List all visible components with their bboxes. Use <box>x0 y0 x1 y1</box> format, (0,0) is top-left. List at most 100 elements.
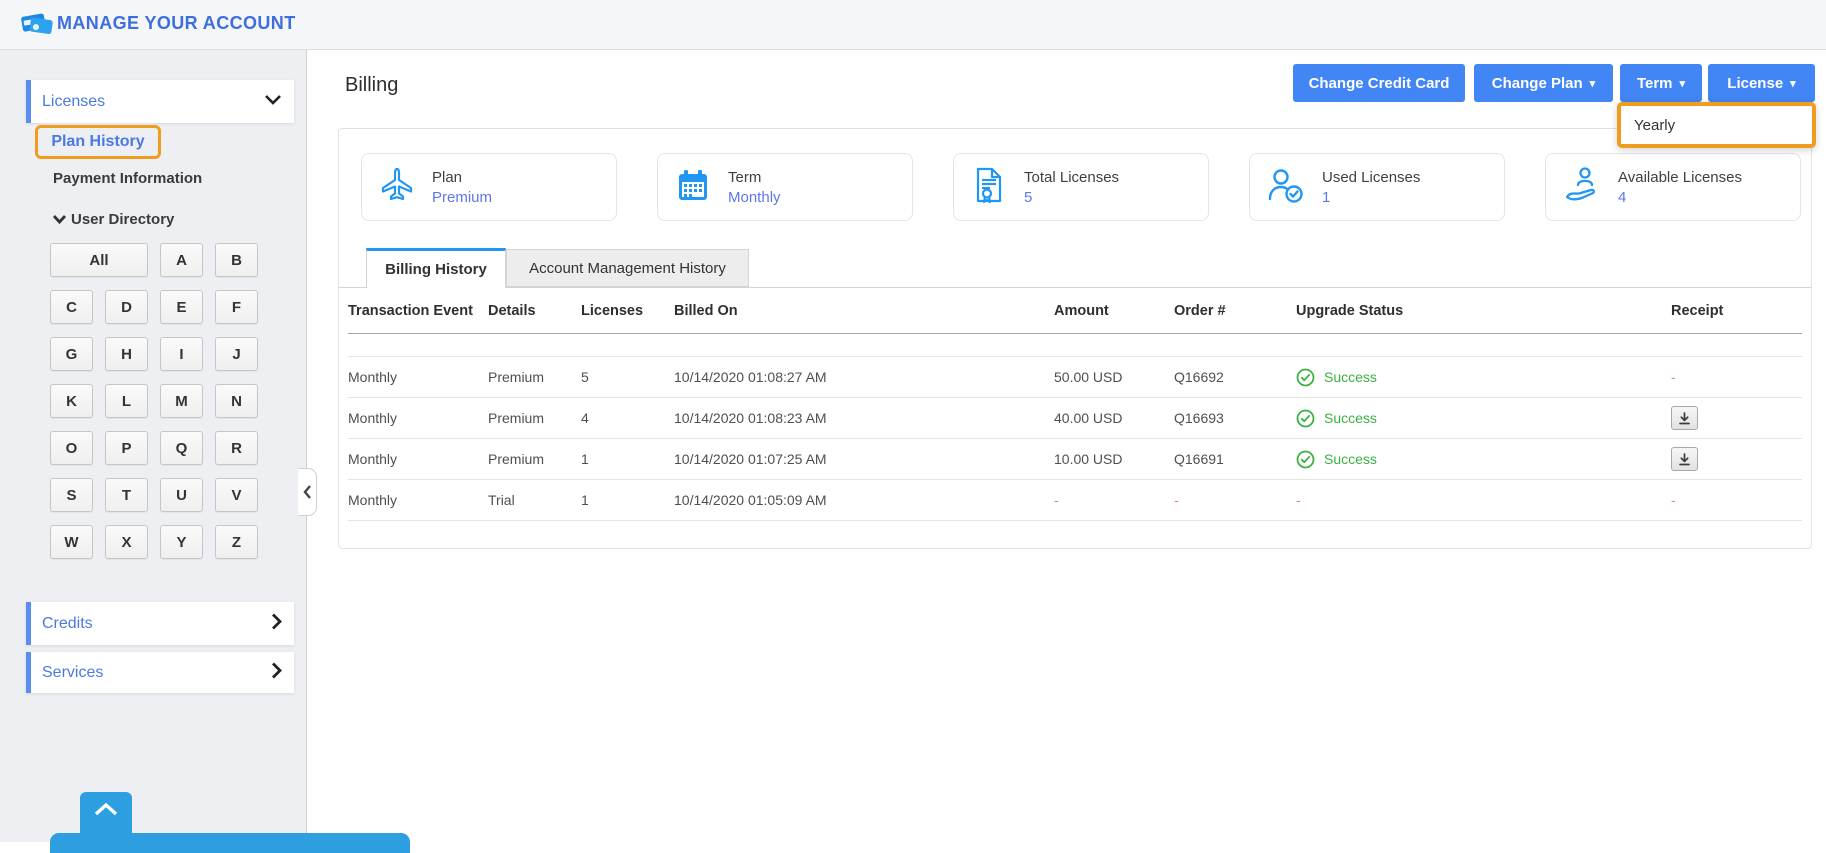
card-value: 4 <box>1618 188 1627 206</box>
letter-button-all[interactable]: All <box>50 243 148 277</box>
change-credit-card-button[interactable]: Change Credit Card <box>1293 64 1465 102</box>
letter-button-f[interactable]: F <box>215 290 258 324</box>
cell-details: Premium <box>488 410 545 426</box>
sidebar-item-services[interactable]: Services <box>26 652 294 693</box>
card-label: Total Licenses <box>1024 168 1120 186</box>
card-value: 5 <box>1024 188 1033 206</box>
card-label: Used Licenses <box>1322 168 1421 186</box>
card-plan: Plan Premium <box>361 153 617 221</box>
scroll-top-button[interactable] <box>80 792 132 842</box>
table-row: Monthly Trial 1 10/14/2020 01:05:09 AM -… <box>348 480 1802 521</box>
license-button[interactable]: License ▾ <box>1708 64 1815 102</box>
download-icon <box>1677 411 1692 426</box>
table-header-row: Transaction Event Details Licenses Bille… <box>348 288 1802 334</box>
cell-billed-on: 10/14/2020 01:08:23 AM <box>674 410 827 426</box>
caret-down-icon: ▾ <box>1589 77 1596 90</box>
cell-billed-on: 10/14/2020 01:07:25 AM <box>674 451 827 467</box>
letter-button-l[interactable]: L <box>105 384 148 418</box>
sidebar-item-label: Licenses <box>42 92 106 110</box>
sidebar-item-plan-history[interactable]: Plan History <box>35 125 161 159</box>
accent-bar <box>26 602 31 645</box>
chevron-right-icon <box>270 612 282 635</box>
button-label: Term <box>1636 74 1673 92</box>
column-header: Transaction Event <box>348 302 473 319</box>
change-plan-button[interactable]: Change Plan ▾ <box>1474 64 1613 102</box>
cell-amount: 50.00 USD <box>1054 369 1123 385</box>
cell-details: Trial <box>488 492 515 508</box>
hand-user-icon <box>1562 166 1602 209</box>
calendar-icon <box>674 166 712 209</box>
tab-account-management-history[interactable]: Account Management History <box>506 249 749 287</box>
cell-upgrade-status: Success <box>1296 409 1671 428</box>
download-receipt-button[interactable] <box>1671 447 1698 471</box>
letter-button-a[interactable]: A <box>160 243 203 277</box>
letter-button-m[interactable]: M <box>160 384 203 418</box>
success-check-icon <box>1296 409 1315 428</box>
user-directory-label: User Directory <box>71 211 175 228</box>
cell-upgrade-status: Success <box>1296 450 1671 469</box>
table-row: Monthly Premium 5 10/14/2020 01:08:27 AM… <box>348 357 1802 398</box>
letter-button-n[interactable]: N <box>215 384 258 418</box>
cell-order: Q16693 <box>1174 410 1224 426</box>
cell-receipt <box>1671 406 1802 430</box>
sidebar-item-user-directory[interactable]: User Directory <box>52 211 174 228</box>
table-row: Monthly Premium 1 10/14/2020 01:07:25 AM… <box>348 439 1802 480</box>
download-receipt-button[interactable] <box>1671 406 1698 430</box>
page-title: Billing <box>345 74 399 96</box>
letter-button-p[interactable]: P <box>105 431 148 465</box>
letter-button-k[interactable]: K <box>50 384 93 418</box>
column-header: Order # <box>1174 302 1226 319</box>
letter-button-i[interactable]: I <box>160 337 203 371</box>
letter-button-b[interactable]: B <box>215 243 258 277</box>
cell-transaction-event: Monthly <box>348 410 398 426</box>
card-value: 1 <box>1322 188 1331 206</box>
column-header: Upgrade Status <box>1296 302 1404 319</box>
letter-button-c[interactable]: C <box>50 290 93 324</box>
letter-button-u[interactable]: U <box>160 478 203 512</box>
term-dropdown: Yearly <box>1617 102 1816 148</box>
letter-button-e[interactable]: E <box>160 290 203 324</box>
letter-button-r[interactable]: R <box>215 431 258 465</box>
letter-button-w[interactable]: W <box>50 525 93 559</box>
sidebar-item-credits[interactable]: Credits <box>26 602 294 645</box>
dropdown-option-yearly[interactable]: Yearly <box>1634 117 1812 134</box>
chevron-right-icon <box>270 661 282 684</box>
card-term: Term Monthly <box>657 153 913 221</box>
letter-button-q[interactable]: Q <box>160 431 203 465</box>
cell-licenses: 1 <box>581 492 589 508</box>
plan-history-label: Plan History <box>51 133 145 150</box>
summary-panel: Plan Premium Term Monthly Total Licenses… <box>338 128 1812 549</box>
card-total-licenses: Total Licenses 5 <box>953 153 1209 221</box>
letter-button-d[interactable]: D <box>105 290 148 324</box>
tab-billing-history[interactable]: Billing History <box>366 248 506 288</box>
letter-button-y[interactable]: Y <box>160 525 203 559</box>
sidebar-item-payment-information[interactable]: Payment Information <box>53 170 202 187</box>
credit-cards-icon <box>20 9 54 39</box>
tab-strip-divider <box>339 287 1811 288</box>
letter-button-t[interactable]: T <box>105 478 148 512</box>
letter-filter-grid: All A B C D E F G H I J K L M N O P Q R … <box>50 243 258 559</box>
chevron-up-icon <box>92 801 120 817</box>
letter-button-h[interactable]: H <box>105 337 148 371</box>
table-row-empty <box>348 334 1802 357</box>
letter-button-v[interactable]: V <box>215 478 258 512</box>
cell-receipt: - <box>1671 369 1676 385</box>
cell-licenses: 1 <box>581 451 589 467</box>
letter-button-s[interactable]: S <box>50 478 93 512</box>
letter-button-j[interactable]: J <box>215 337 258 371</box>
tab-label: Account Management History <box>529 259 726 277</box>
chevron-down-icon <box>264 93 282 111</box>
cell-billed-on: 10/14/2020 01:05:09 AM <box>674 492 827 508</box>
term-button[interactable]: Term ▾ <box>1620 64 1702 102</box>
letter-button-o[interactable]: O <box>50 431 93 465</box>
column-header: Details <box>488 302 536 319</box>
cell-order: Q16691 <box>1174 451 1224 467</box>
sidebar-collapse-handle[interactable] <box>298 468 317 516</box>
letter-button-x[interactable]: X <box>105 525 148 559</box>
status-text: Success <box>1324 410 1377 426</box>
sidebar-item-licenses[interactable]: Licenses <box>26 80 294 123</box>
cell-details: Premium <box>488 369 545 385</box>
cell-details: Premium <box>488 451 545 467</box>
letter-button-g[interactable]: G <box>50 337 93 371</box>
letter-button-z[interactable]: Z <box>215 525 258 559</box>
